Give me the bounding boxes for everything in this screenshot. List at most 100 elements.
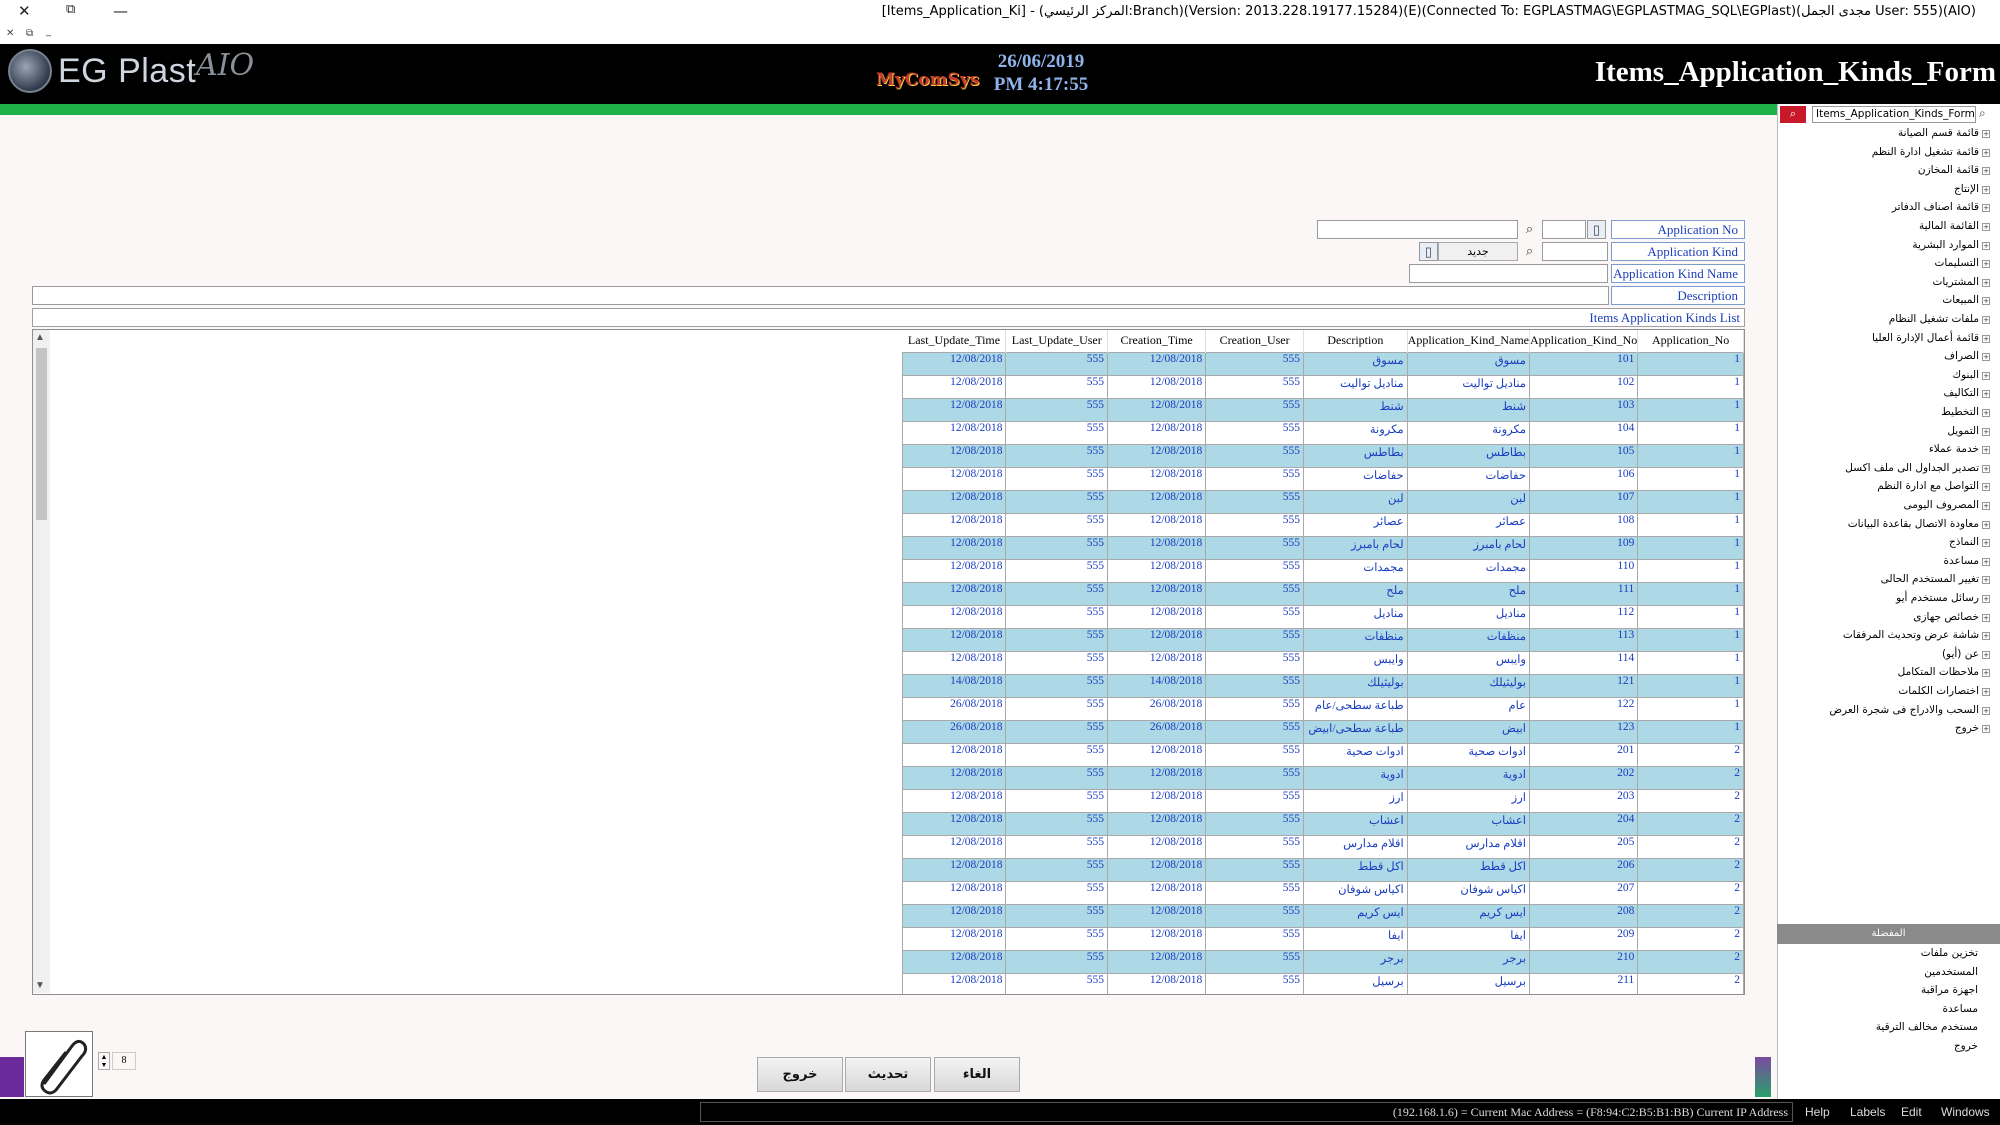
sidebar-menu-item[interactable]: +ملاحظات المتكامل <box>1898 666 1990 678</box>
expand-icon[interactable]: + <box>1982 148 1990 157</box>
expand-icon[interactable]: + <box>1982 650 1990 659</box>
mdi-restore-icon[interactable]: ⧉ <box>26 28 33 39</box>
expand-icon[interactable]: + <box>1982 130 1990 138</box>
application-no-search-icon[interactable]: ⌕ <box>1520 220 1539 239</box>
cell-kno[interactable]: 112 <box>1528 604 1639 629</box>
cell-luu[interactable]: 555 <box>1005 535 1109 560</box>
column-header[interactable]: Last_Update_User <box>1005 330 1109 352</box>
column-header[interactable]: Application_No <box>1637 330 1744 352</box>
cell-cu[interactable]: 555 <box>1205 857 1304 882</box>
sidebar-menu-item[interactable]: +السحب والادراج فى شجرة العرض <box>1829 704 1990 716</box>
cell-luu[interactable]: 555 <box>1005 650 1109 675</box>
cell-ano[interactable]: 1 <box>1637 512 1744 537</box>
cell-lut[interactable]: 12/08/2018 <box>901 949 1007 974</box>
cell-cu[interactable]: 555 <box>1205 696 1304 721</box>
cell-ano[interactable]: 2 <box>1637 857 1744 882</box>
cell-kno[interactable]: 111 <box>1528 581 1639 606</box>
expand-icon[interactable]: + <box>1982 502 1990 510</box>
cell-desc[interactable]: ملح <box>1303 581 1408 606</box>
cell-ct[interactable]: 12/08/2018 <box>1107 903 1207 928</box>
column-header[interactable]: Last_Update_Time <box>902 330 1007 352</box>
sidebar-menu-item[interactable]: +القائمة المالية <box>1919 220 1990 232</box>
application-no-lookup-button[interactable]: ▯ <box>1587 220 1606 239</box>
cell-lut[interactable]: 12/08/2018 <box>901 903 1007 928</box>
counter-value[interactable]: 8 <box>112 1052 136 1070</box>
cell-name[interactable]: ادوات صحية <box>1406 742 1530 767</box>
table-row[interactable]: 12/08/2018 555 12/08/2018 555 بطاطس بطاطس 105 1 <box>901 443 1744 468</box>
cell-cu[interactable]: 555 <box>1205 466 1304 491</box>
cell-lut[interactable]: 12/08/2018 <box>901 443 1007 468</box>
favorite-item[interactable]: المستخدمين <box>1924 966 1978 978</box>
sidebar-menu-item[interactable]: +مساعدة <box>1944 555 1990 567</box>
cell-kno[interactable]: 201 <box>1528 742 1639 767</box>
cell-desc[interactable]: شنط <box>1303 397 1408 422</box>
attachment-button[interactable] <box>25 1031 93 1097</box>
cell-cu[interactable]: 555 <box>1205 512 1304 537</box>
cell-name[interactable]: ايس كريم <box>1406 903 1530 928</box>
cancel-button[interactable]: الغاء <box>934 1057 1020 1092</box>
cell-luu[interactable]: 555 <box>1005 811 1109 836</box>
cell-luu[interactable]: 555 <box>1005 673 1109 698</box>
cell-kno[interactable]: 202 <box>1528 765 1639 790</box>
cell-kno[interactable]: 208 <box>1528 903 1639 928</box>
cell-cu[interactable]: 555 <box>1205 972 1304 994</box>
expand-icon[interactable]: + <box>1982 297 1990 306</box>
sidebar-menu-item[interactable]: +قائمة تشغيل ادارة النظم <box>1872 146 1990 158</box>
cell-luu[interactable]: 555 <box>1005 420 1109 445</box>
cell-lut[interactable]: 12/08/2018 <box>901 512 1007 537</box>
cell-kno[interactable]: 121 <box>1528 673 1639 698</box>
table-row[interactable]: 12/08/2018 555 12/08/2018 555 اقلام مدارس اقل… <box>901 834 1744 859</box>
cell-ano[interactable]: 1 <box>1637 489 1744 514</box>
cell-ct[interactable]: 12/08/2018 <box>1107 650 1207 675</box>
cell-kno[interactable]: 211 <box>1528 972 1639 994</box>
menu-labels[interactable]: Labels <box>1850 1105 1885 1119</box>
menu-edit[interactable]: Edit <box>1901 1105 1922 1119</box>
cell-desc[interactable]: ادوية <box>1303 765 1408 790</box>
cell-ano[interactable]: 2 <box>1637 880 1744 905</box>
application-kind-search-icon[interactable]: ⌕ <box>1520 242 1539 261</box>
expand-icon[interactable]: + <box>1982 278 1990 287</box>
cell-desc[interactable]: بوليثيلك <box>1303 673 1408 698</box>
cell-kno[interactable]: 209 <box>1528 926 1639 951</box>
cell-luu[interactable]: 555 <box>1005 696 1109 721</box>
sidebar-menu-item[interactable]: +قائمة اصناف الدفاتر <box>1892 201 1990 213</box>
cell-desc[interactable]: مسوق <box>1303 351 1408 376</box>
favorite-item[interactable]: تخزين ملفات <box>1921 947 1978 959</box>
cell-luu[interactable]: 555 <box>1005 903 1109 928</box>
sidebar-menu-item[interactable]: +البنوك <box>1952 369 1990 381</box>
cell-ano[interactable]: 2 <box>1637 788 1744 813</box>
column-header[interactable]: Application_Kind_Name <box>1407 330 1530 352</box>
cell-name[interactable]: منظفات <box>1406 627 1530 652</box>
cell-ano[interactable]: 1 <box>1637 581 1744 606</box>
cell-ano[interactable]: 1 <box>1637 374 1744 399</box>
scroll-down-icon[interactable]: ▼ <box>35 980 45 991</box>
cell-name[interactable]: عصائر <box>1406 512 1530 537</box>
cell-kno[interactable]: 106 <box>1528 466 1639 491</box>
table-row[interactable]: 12/08/2018 555 12/08/2018 555 اكياس شوفان اكي… <box>901 880 1744 905</box>
cell-luu[interactable]: 555 <box>1005 949 1109 974</box>
description-input[interactable] <box>32 286 1609 305</box>
cell-cu[interactable]: 555 <box>1205 489 1304 514</box>
table-row[interactable]: 12/08/2018 555 12/08/2018 555 ايس كريم ايس كر… <box>901 903 1744 928</box>
cell-name[interactable]: اكل قطط <box>1406 857 1530 882</box>
table-row[interactable]: 12/08/2018 555 12/08/2018 555 وايبس وايبس 114 1 <box>901 650 1744 675</box>
cell-luu[interactable]: 555 <box>1005 489 1109 514</box>
cell-desc[interactable]: لحام بامبرز <box>1303 535 1408 560</box>
expand-icon[interactable]: + <box>1982 260 1990 269</box>
cell-ct[interactable]: 12/08/2018 <box>1107 742 1207 767</box>
expand-icon[interactable]: + <box>1982 316 1990 324</box>
cell-name[interactable]: مسوق <box>1406 351 1530 376</box>
cell-kno[interactable]: 122 <box>1528 696 1639 721</box>
application-kind-name-input[interactable] <box>1409 264 1608 283</box>
cell-name[interactable]: برجر <box>1406 949 1530 974</box>
sidebar-menu-item[interactable]: +التمويل <box>1947 425 1990 437</box>
table-row[interactable]: 12/08/2018 555 12/08/2018 555 ادوية ادوية 202 2 <box>901 765 1744 790</box>
grid-scroll-thumb[interactable] <box>36 348 47 520</box>
cell-name[interactable]: مناديل تواليت <box>1406 374 1530 399</box>
cell-lut[interactable]: 12/08/2018 <box>901 466 1007 491</box>
cell-ano[interactable]: 2 <box>1637 765 1744 790</box>
table-row[interactable]: 26/08/2018 555 26/08/2018 555 طباعة سطحى/عام… <box>901 696 1744 721</box>
sidebar-menu-item[interactable]: +خروج <box>1955 722 1990 734</box>
sidebar-menu-item[interactable]: +المبيعات <box>1942 294 1990 306</box>
cell-desc[interactable]: بطاطس <box>1303 443 1408 468</box>
